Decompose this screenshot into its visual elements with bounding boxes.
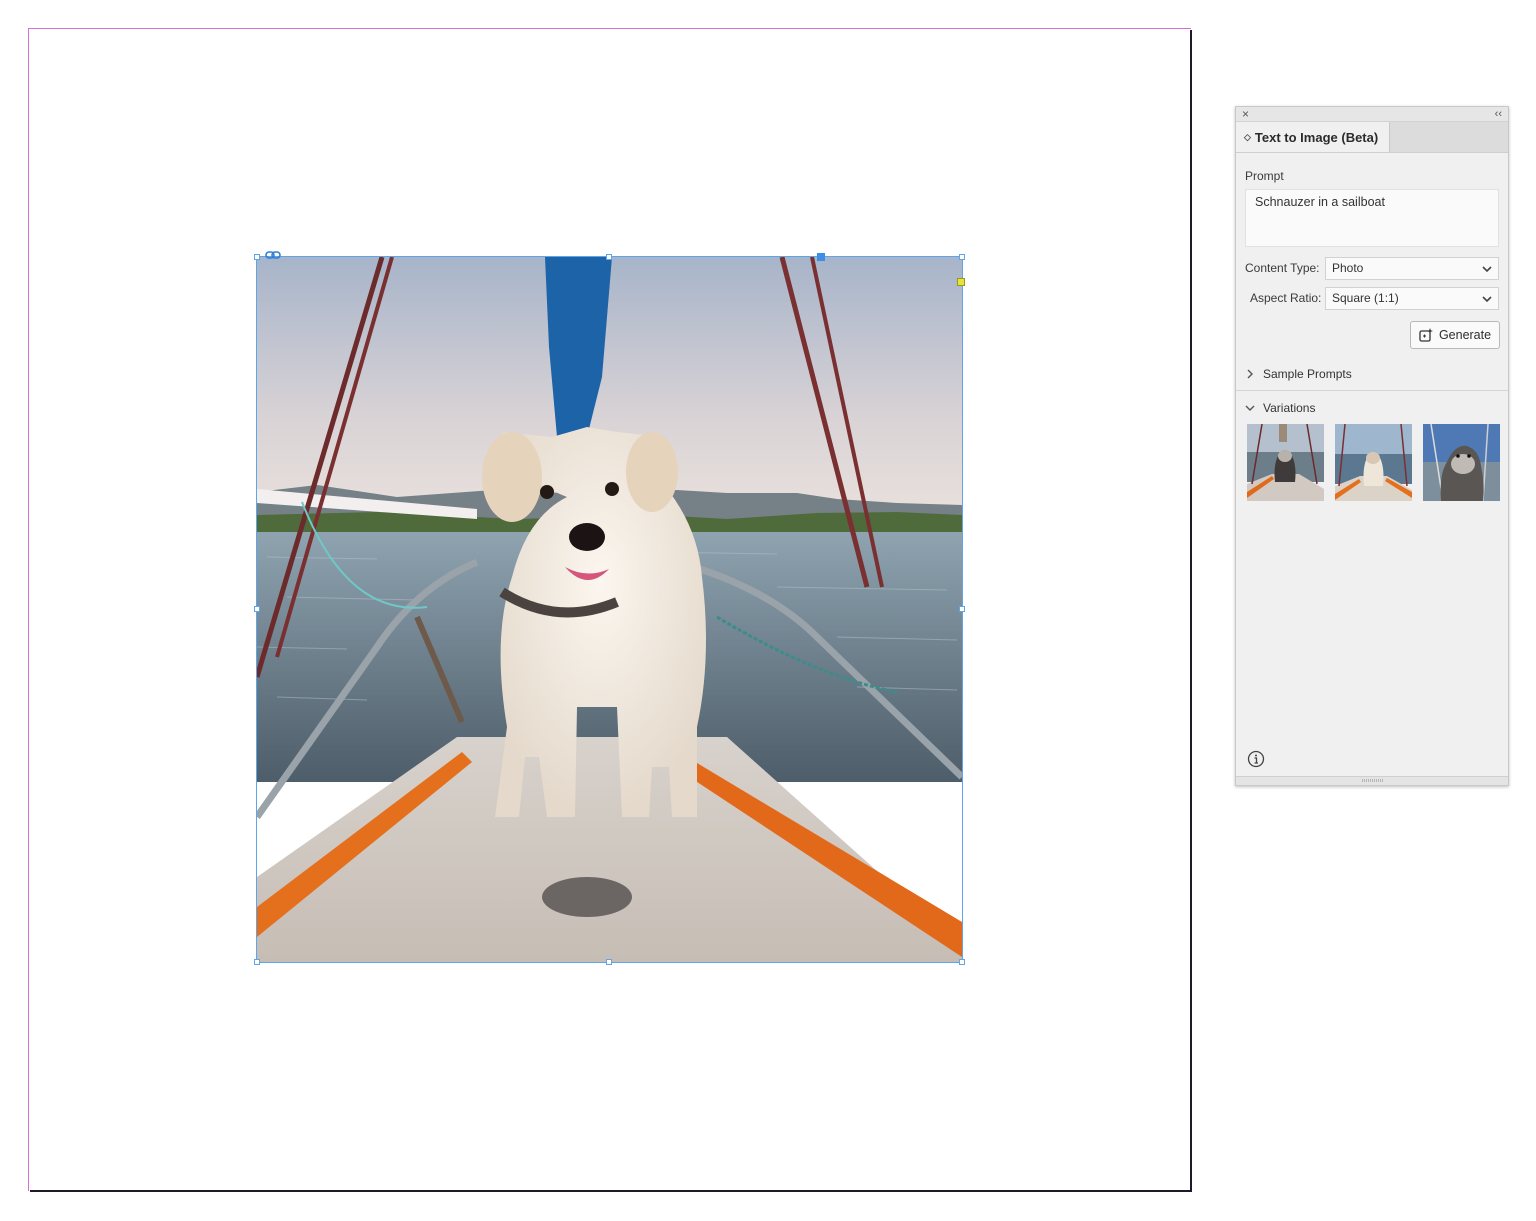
resize-handle-bottom-right[interactable] bbox=[959, 959, 965, 965]
tab-text-to-image[interactable]: ◇ Text to Image (Beta) bbox=[1236, 122, 1390, 152]
prompt-textarea[interactable]: Schnauzer in a sailboat bbox=[1245, 189, 1499, 247]
chevron-down-icon bbox=[1482, 296, 1492, 303]
resize-handle-bottom[interactable] bbox=[606, 959, 612, 965]
content-grabber-handle[interactable] bbox=[817, 253, 825, 261]
variations-label: Variations bbox=[1263, 401, 1316, 415]
close-icon[interactable]: × bbox=[1242, 107, 1249, 121]
sample-prompts-toggle[interactable]: Sample Prompts bbox=[1245, 367, 1352, 381]
chevron-right-icon bbox=[1247, 369, 1253, 379]
image-frame[interactable] bbox=[254, 251, 965, 965]
content-type-dropdown[interactable]: Photo bbox=[1325, 257, 1499, 280]
variation-thumbnail-3[interactable] bbox=[1423, 424, 1500, 501]
live-corner-handle[interactable] bbox=[957, 278, 965, 286]
resize-grip-icon[interactable] bbox=[1362, 779, 1384, 782]
section-divider bbox=[1236, 390, 1508, 391]
sample-prompts-label: Sample Prompts bbox=[1263, 367, 1352, 381]
resize-handle-top-right[interactable] bbox=[959, 254, 965, 260]
generated-photo[interactable] bbox=[257, 257, 962, 962]
panel-tab-bar: ◇ Text to Image (Beta) bbox=[1236, 122, 1508, 153]
info-icon[interactable] bbox=[1247, 750, 1265, 768]
tab-label: Text to Image (Beta) bbox=[1254, 129, 1379, 145]
content-type-value: Photo bbox=[1332, 261, 1364, 275]
resize-handle-top-left[interactable] bbox=[254, 254, 260, 260]
updown-arrows-icon[interactable]: ◇ bbox=[1244, 132, 1251, 143]
prompt-label: Prompt bbox=[1245, 169, 1284, 183]
chevron-down-icon bbox=[1245, 405, 1255, 411]
link-icon[interactable] bbox=[265, 250, 281, 260]
page-shadow bbox=[1190, 30, 1192, 1192]
aspect-ratio-dropdown[interactable]: Square (1:1) bbox=[1325, 287, 1499, 310]
variations-toggle[interactable]: Variations bbox=[1245, 401, 1315, 415]
generate-button[interactable]: Generate bbox=[1410, 321, 1500, 349]
page-shadow bbox=[30, 1190, 1192, 1192]
generate-label: Generate bbox=[1438, 328, 1492, 342]
generate-sparkle-icon bbox=[1419, 328, 1433, 342]
panel-resize-bar[interactable] bbox=[1236, 776, 1508, 785]
resize-handle-top[interactable] bbox=[606, 254, 612, 260]
text-to-image-panel: × ‹‹ ◇ Text to Image (Beta) Prompt Schna… bbox=[1235, 106, 1509, 786]
aspect-ratio-value: Square (1:1) bbox=[1332, 291, 1399, 305]
variation-thumbnail-2[interactable] bbox=[1335, 424, 1412, 501]
resize-handle-bottom-left[interactable] bbox=[254, 959, 260, 965]
chevron-down-icon bbox=[1482, 266, 1492, 273]
content-type-label: Content Type: bbox=[1245, 261, 1320, 275]
collapse-icon[interactable]: ‹‹ bbox=[1495, 107, 1502, 121]
resize-handle-left[interactable] bbox=[254, 606, 260, 612]
variation-thumbnail-1[interactable] bbox=[1247, 424, 1324, 501]
aspect-ratio-label: Aspect Ratio: bbox=[1250, 291, 1322, 305]
resize-handle-right[interactable] bbox=[959, 606, 965, 612]
panel-title-bar[interactable]: × ‹‹ bbox=[1236, 107, 1508, 122]
